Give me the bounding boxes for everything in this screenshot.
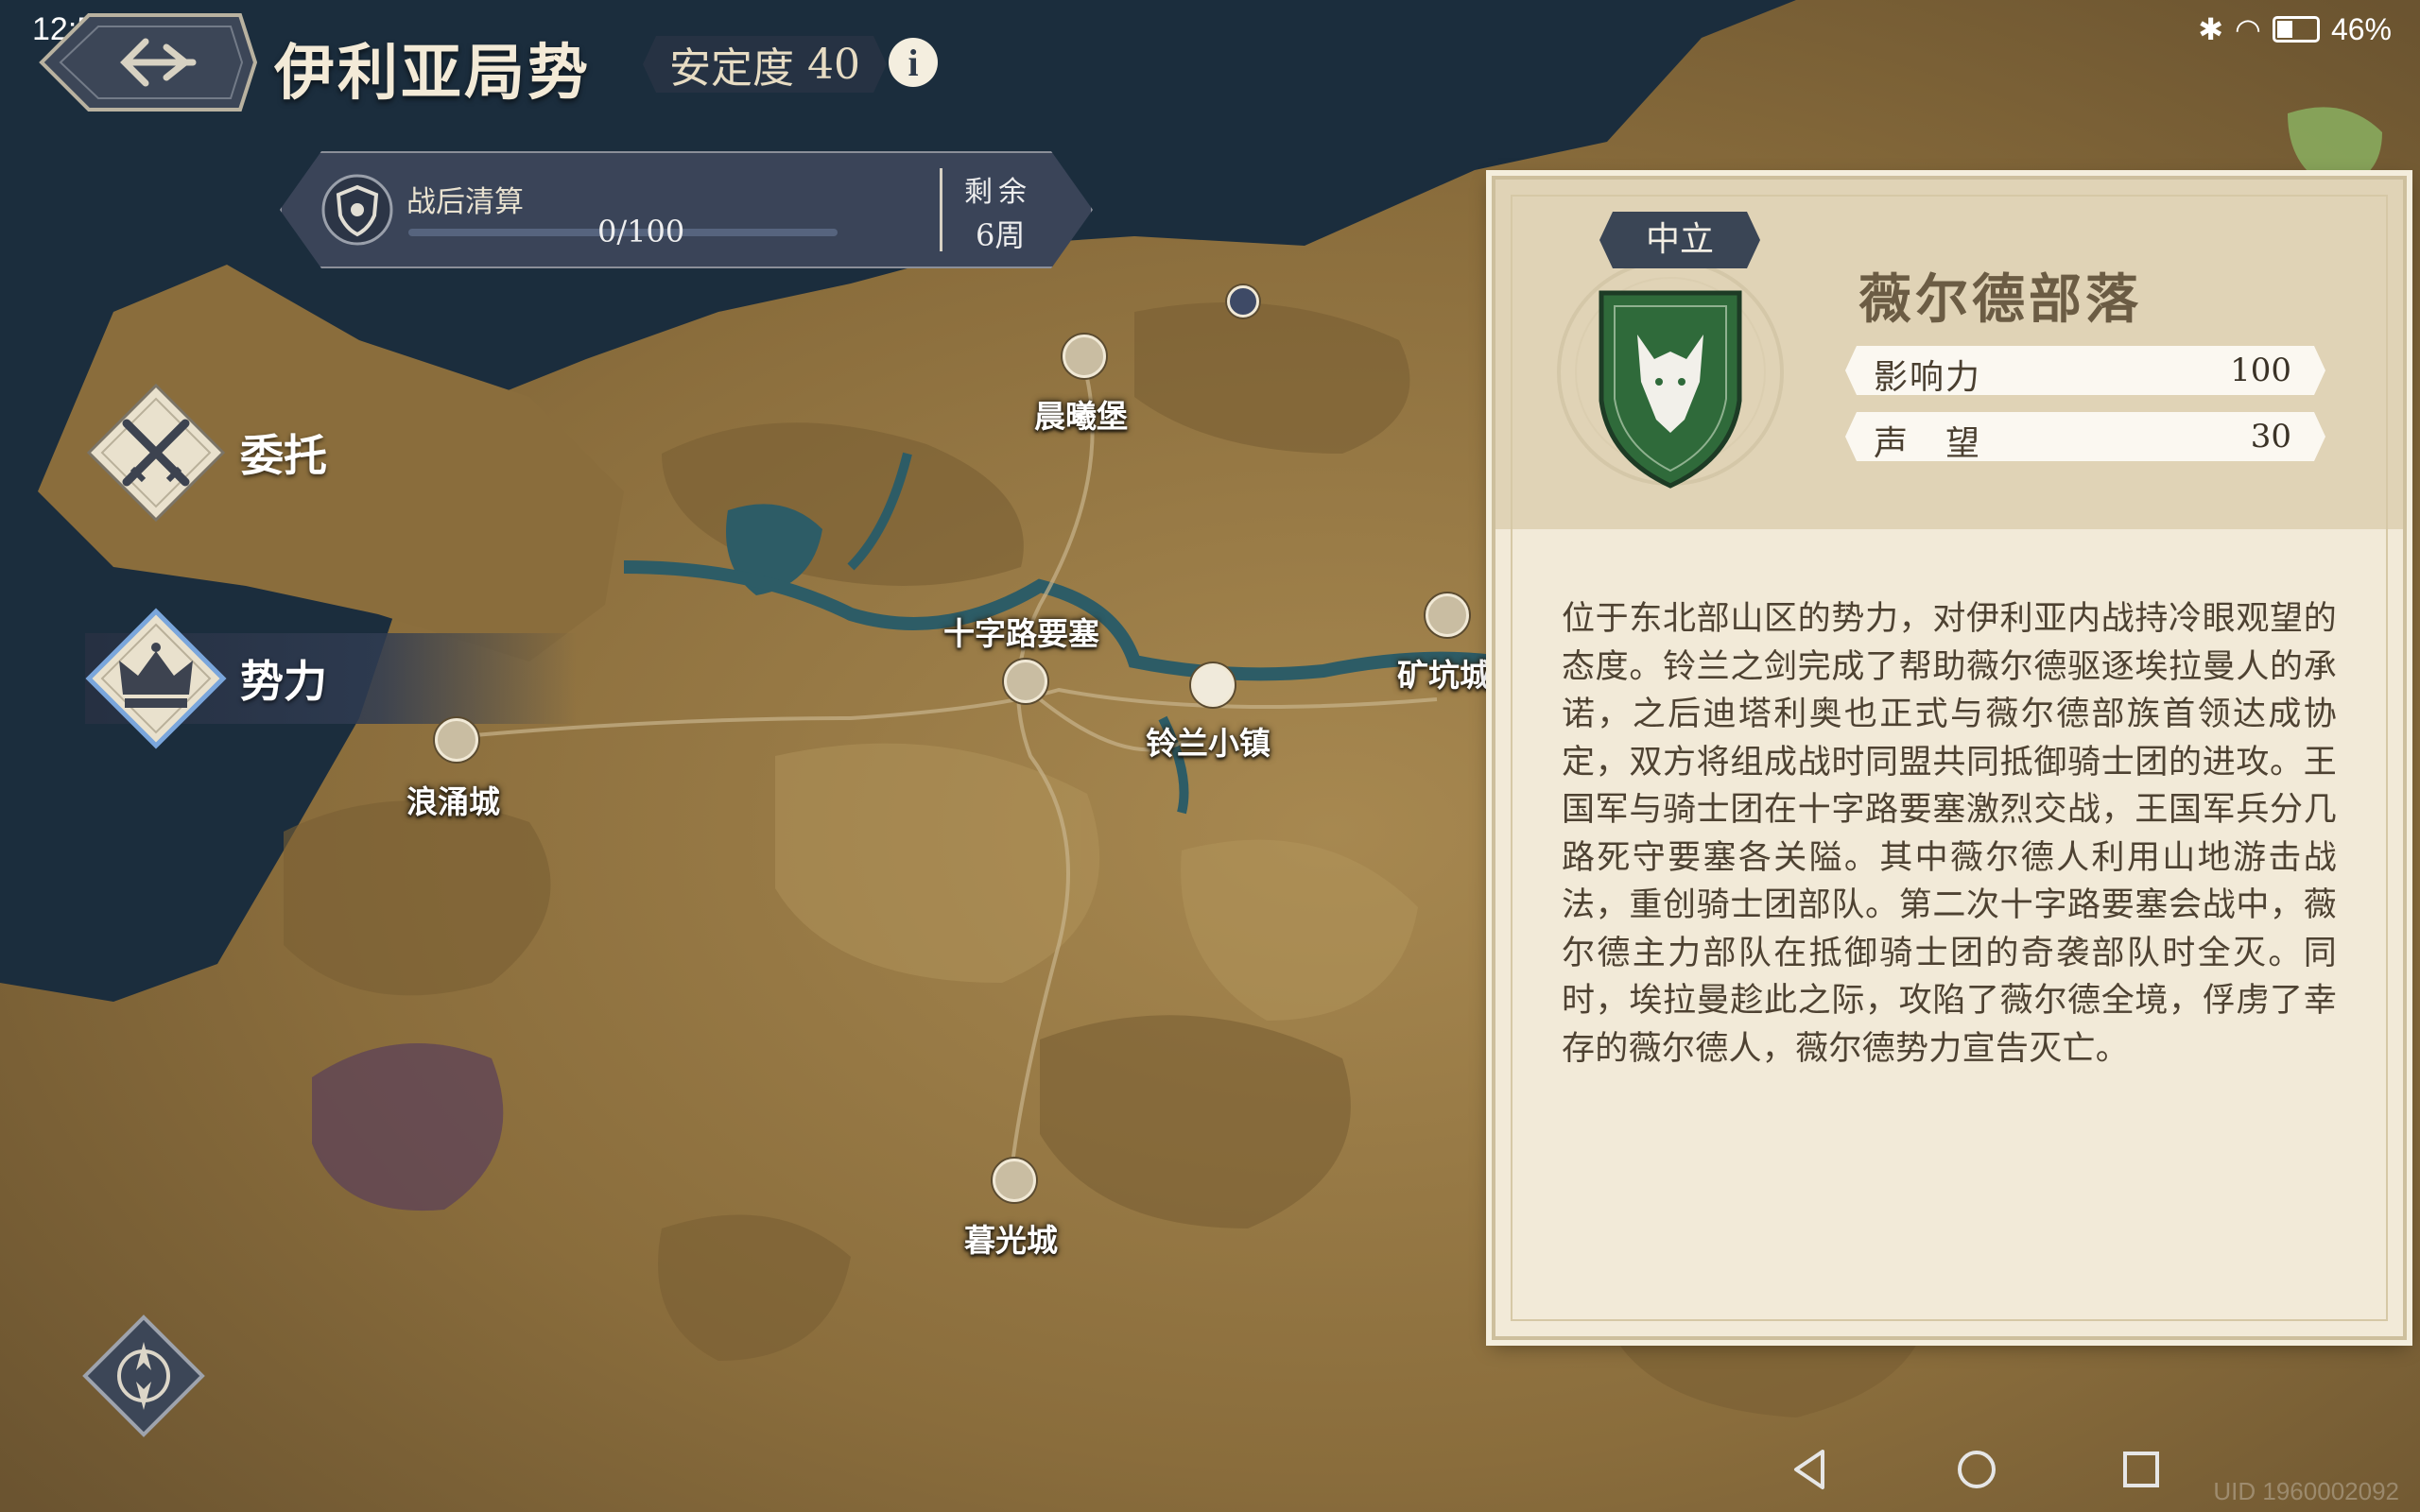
bluetooth-icon: ✱ [2198,12,2224,46]
wifi-icon: ◠ [2235,12,2261,46]
battery-percent: 46% [2330,11,2392,46]
faction-name: 薇尔德部落 [1858,268,2142,331]
faction-description: 位于东北部山区的势力，对伊利亚内战持冷眼观望的态度。铃兰之剑完成了帮助薇尔德驱逐… [1562,600,2337,1068]
stat-value: 100 [2230,352,2291,389]
page-title: 伊利亚局势 [274,38,591,109]
location-pin-twilight-city[interactable] [993,1159,1036,1202]
stability-value: 40 [807,40,860,89]
location-label[interactable]: 晨曦堡 [1034,391,1128,437]
wolf-crest-icon [1557,259,1784,489]
settlement-progress-panel: 战后清算 0/100 剩余 6周 [280,151,1093,268]
location-label[interactable]: 暮光城 [964,1215,1058,1261]
info-icon[interactable]: i [889,38,938,87]
faction-status-tag: 中立 [1599,212,1760,268]
faction-card: 中立 薇尔德部落 影响力 100 声 望 30 位于东北部山区的势力，对伊利亚内… [1492,176,2407,1340]
remaining-value: 6周 [976,217,1026,253]
battery-icon [2272,16,2320,43]
status-icons: ✱ ◠ 46% [2198,11,2392,47]
location-pin-crossroads-fortress[interactable] [1004,660,1047,703]
progress-label: 战后清算 [406,185,524,219]
crossed-swords-icon [86,383,226,523]
location-label[interactable]: 矿坑城 [1397,650,1491,696]
stat-name: 影响力 [1874,358,1982,397]
location-pin-dawn-castle[interactable] [1063,335,1106,378]
crown-icon [85,608,227,749]
nav-recents-icon[interactable] [2118,1446,2165,1493]
stat-reputation: 声 望 30 [1845,412,2325,461]
game-screen: 12:59 ✱ ◠ 46% 伊利亚局势 安定度 40 i 战后清算 0/100 [0,0,2420,1512]
location-pin-mine-city[interactable] [1426,593,1469,637]
menu-item-faction[interactable]: 势力 [85,608,327,749]
stability-badge: 安定度 40 [643,36,887,93]
uid-watermark: UID 1960002092 [2213,1477,2399,1505]
menu-label-faction: 势力 [240,656,327,707]
nav-back-icon[interactable] [1787,1446,1834,1493]
stat-value: 30 [2250,418,2291,455]
home-pin-icon[interactable] [1191,663,1235,707]
location-label[interactable]: 铃兰小镇 [1146,718,1270,764]
back-button[interactable] [23,9,257,115]
stat-name: 声 望 [1874,424,1982,463]
menu-item-commission[interactable]: 委托 [85,382,327,524]
recenter-compass-icon[interactable] [81,1314,206,1438]
battle-marker-icon[interactable] [1227,285,1259,318]
remaining-label: 剩余 [964,176,1032,209]
stability-label: 安定度 [669,44,794,93]
menu-label-commission: 委托 [240,430,327,481]
location-label[interactable]: 浪涌城 [406,777,500,822]
nav-home-icon[interactable] [1953,1446,2000,1493]
location-label[interactable]: 十字路要塞 [943,609,1099,654]
location-pin-surge-city[interactable] [435,718,478,762]
progress-value: 0/100 [597,214,685,249]
shield-icon [321,174,393,246]
stat-influence: 影响力 100 [1845,346,2325,395]
